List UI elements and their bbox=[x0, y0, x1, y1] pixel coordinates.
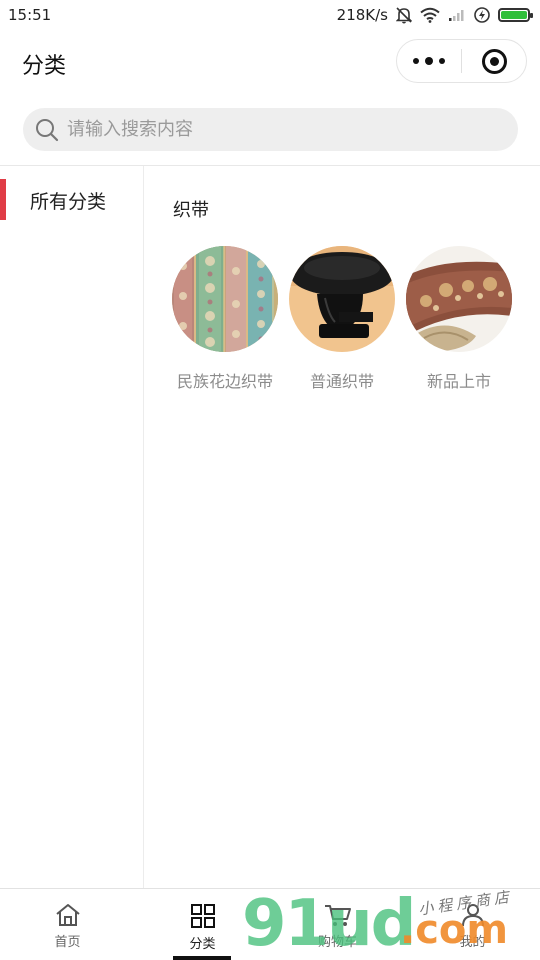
ethnic-lace-ribbon-image bbox=[172, 246, 278, 352]
status-icons: 218K/s bbox=[336, 6, 533, 24]
home-icon bbox=[55, 904, 80, 926]
brown-floral-ribbon-image bbox=[406, 246, 512, 352]
more-dot-icon bbox=[413, 58, 419, 64]
wifi-icon bbox=[420, 7, 440, 23]
battery-icon bbox=[498, 8, 533, 22]
user-icon bbox=[461, 904, 484, 927]
goods-label: 普通织带 bbox=[309, 372, 374, 391]
close-miniprogram-button[interactable] bbox=[462, 40, 526, 82]
black-webbing-roll-image bbox=[289, 246, 395, 352]
cart-icon bbox=[324, 905, 351, 926]
sidebar-item-all-categories[interactable]: 所有分类 bbox=[0, 166, 143, 234]
category-content: 织带 民族花边织带 普通织带 新品上市 bbox=[145, 166, 540, 888]
tab-label: 购物车 bbox=[317, 935, 357, 950]
sidebar-item-label: 所有分类 bbox=[30, 190, 107, 213]
category-title: 织带 bbox=[173, 200, 209, 221]
goods-item[interactable]: 普通织带 bbox=[289, 246, 395, 392]
bell-muted-icon bbox=[396, 7, 412, 24]
network-speed: 218K/s bbox=[336, 6, 388, 24]
goods-item[interactable]: 民族花边织带 bbox=[172, 246, 278, 392]
tab-label: 我的 bbox=[459, 935, 486, 950]
more-dot-icon bbox=[425, 57, 433, 65]
search-input[interactable] bbox=[67, 119, 487, 140]
signal-icon bbox=[449, 10, 464, 21]
grid-icon bbox=[190, 904, 215, 928]
search-icon bbox=[36, 118, 59, 141]
tab-label: 首页 bbox=[54, 935, 81, 950]
more-dot-icon bbox=[439, 58, 445, 64]
tab-label: 分类 bbox=[189, 937, 216, 952]
tab-bar: 首页 分类 购物车 我的 bbox=[0, 888, 540, 960]
goods-grid: 民族花边织带 普通织带 新品上市 bbox=[172, 246, 512, 392]
search-bar[interactable] bbox=[23, 108, 518, 151]
tab-category[interactable]: 分类 bbox=[135, 889, 270, 960]
tab-profile[interactable]: 我的 bbox=[405, 889, 540, 960]
goods-label: 新品上市 bbox=[426, 372, 491, 391]
goods-label: 民族花边织带 bbox=[176, 372, 273, 391]
category-sidebar: 所有分类 bbox=[0, 166, 144, 888]
goods-item[interactable]: 新品上市 bbox=[406, 246, 512, 392]
status-time: 15:51 bbox=[8, 6, 52, 24]
status-bar: 15:51 218K/s bbox=[0, 0, 540, 30]
miniprogram-capsule bbox=[396, 39, 527, 83]
tab-home[interactable]: 首页 bbox=[0, 889, 135, 960]
tab-cart[interactable]: 购物车 bbox=[270, 889, 405, 960]
more-menu-button[interactable] bbox=[397, 40, 461, 82]
charging-icon bbox=[474, 7, 490, 23]
nav-bar: 分类 bbox=[0, 30, 540, 94]
page-title: 分类 bbox=[22, 54, 67, 79]
target-icon bbox=[481, 48, 507, 74]
